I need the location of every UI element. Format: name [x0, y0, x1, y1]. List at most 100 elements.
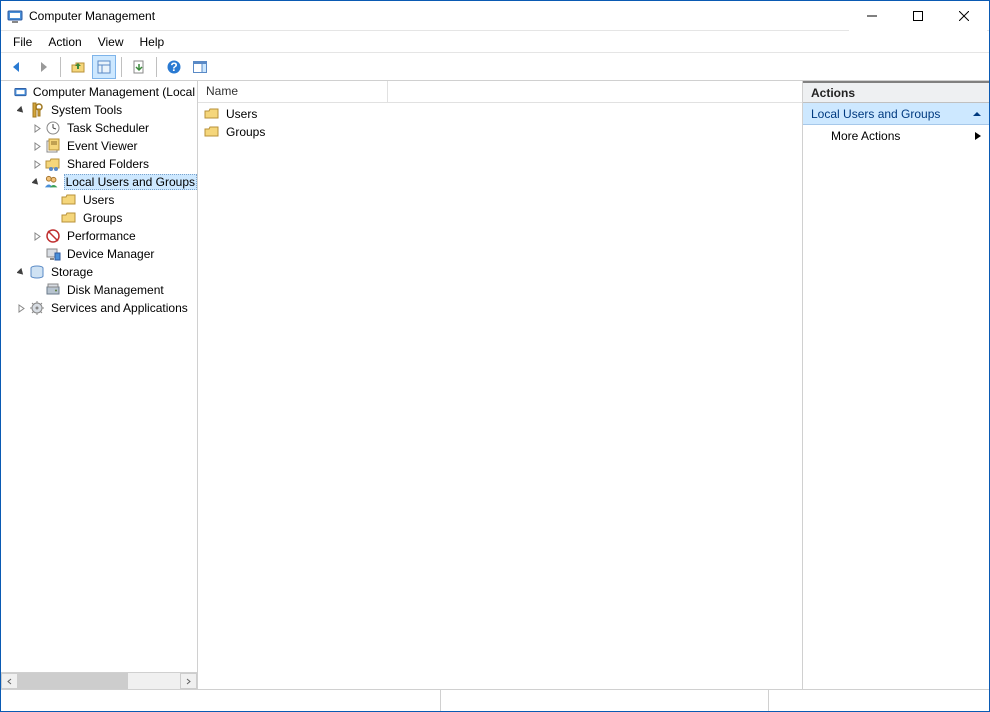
tree-storage[interactable]: Storage [1, 263, 197, 281]
nav-back-button[interactable] [5, 55, 29, 79]
expander-open-icon[interactable] [29, 174, 44, 190]
app-icon [7, 8, 23, 24]
column-name[interactable]: Name [198, 81, 388, 102]
toolbar: ? [1, 53, 989, 81]
up-level-button[interactable] [66, 55, 90, 79]
svg-text:?: ? [170, 60, 177, 74]
system-tools-icon [29, 102, 45, 118]
folder-icon [61, 210, 77, 226]
title-bar: Computer Management [1, 1, 989, 31]
computer-mgmt-icon [14, 84, 27, 100]
tree-label: Computer Management (Local [31, 85, 197, 99]
tree-label: Device Manager [65, 247, 156, 261]
folder-icon [61, 192, 77, 208]
toolbar-separator [121, 57, 122, 77]
status-cell-1 [1, 690, 441, 711]
tree-performance[interactable]: Performance [1, 227, 197, 245]
menu-help[interactable]: Help [132, 33, 173, 51]
tree-task-scheduler[interactable]: Task Scheduler [1, 119, 197, 137]
expander-closed-icon[interactable] [29, 156, 45, 172]
tree-label: Storage [49, 265, 95, 279]
expander-closed-icon[interactable] [29, 228, 45, 244]
toolbar-separator [156, 57, 157, 77]
list-header[interactable]: Name [198, 81, 802, 103]
status-bar [1, 689, 989, 711]
tree-label: Users [81, 193, 116, 207]
computer-management-window: Computer Management File Action View Hel… [0, 0, 990, 712]
actions-section-header[interactable]: Local Users and Groups [803, 103, 989, 125]
nav-forward-button[interactable] [31, 55, 55, 79]
tree-shared-folders[interactable]: Shared Folders [1, 155, 197, 173]
menu-bar: File Action View Help [1, 31, 989, 53]
device-manager-icon [45, 246, 61, 262]
scroll-left-button[interactable] [1, 673, 18, 689]
tree-users[interactable]: Users [1, 191, 197, 209]
disk-icon [45, 282, 61, 298]
blank-expander [1, 84, 14, 100]
list-body[interactable]: Users Groups [198, 103, 802, 689]
expander-open-icon[interactable] [13, 264, 29, 280]
list-item-label: Users [226, 107, 257, 121]
collapse-icon [973, 110, 981, 118]
tree-label: Disk Management [65, 283, 166, 297]
tree-event-viewer[interactable]: Event Viewer [1, 137, 197, 155]
tree-services-apps[interactable]: Services and Applications [1, 299, 197, 317]
expander-closed-icon[interactable] [29, 120, 45, 136]
menu-file[interactable]: File [5, 33, 40, 51]
tree-disk-management[interactable]: Disk Management [1, 281, 197, 299]
submenu-arrow-icon [975, 132, 981, 140]
tree-horizontal-scrollbar[interactable] [1, 672, 197, 689]
tree-label: Performance [65, 229, 138, 243]
tree-label: Services and Applications [49, 301, 190, 315]
users-groups-icon [44, 174, 59, 190]
column-blank[interactable] [388, 81, 802, 102]
minimize-button[interactable] [849, 1, 895, 31]
actions-pane: Actions Local Users and Groups More Acti… [803, 81, 989, 689]
expander-closed-icon[interactable] [13, 300, 29, 316]
status-cell-3 [769, 690, 989, 711]
close-button[interactable] [941, 1, 987, 31]
actions-header: Actions [803, 81, 989, 103]
tree-label: Local Users and Groups [64, 174, 197, 190]
list-item-label: Groups [226, 125, 265, 139]
list-item-users[interactable]: Users [202, 105, 798, 123]
expander-closed-icon[interactable] [29, 138, 45, 154]
export-list-button[interactable] [127, 55, 151, 79]
list-pane: Name Users Groups [198, 81, 803, 689]
performance-icon [45, 228, 61, 244]
menu-action[interactable]: Action [40, 33, 89, 51]
actions-section-label: Local Users and Groups [811, 107, 940, 121]
actions-item-label: More Actions [831, 129, 900, 143]
tree-root[interactable]: Computer Management (Local [1, 83, 197, 101]
scroll-track[interactable] [18, 673, 180, 689]
properties-button[interactable] [92, 55, 116, 79]
scroll-right-button[interactable] [180, 673, 197, 689]
tree-label: Groups [81, 211, 124, 225]
shared-folder-icon [45, 156, 61, 172]
maximize-button[interactable] [895, 1, 941, 31]
status-cell-2 [441, 690, 769, 711]
tree-local-users-groups[interactable]: Local Users and Groups [1, 173, 197, 191]
show-hide-action-pane-button[interactable] [188, 55, 212, 79]
storage-icon [29, 264, 45, 280]
folder-icon [204, 106, 220, 122]
event-viewer-icon [45, 138, 61, 154]
window-title: Computer Management [29, 9, 155, 23]
tree-system-tools[interactable]: System Tools [1, 101, 197, 119]
list-item-groups[interactable]: Groups [202, 123, 798, 141]
expander-open-icon[interactable] [13, 102, 29, 118]
services-icon [29, 300, 45, 316]
tree-device-manager[interactable]: Device Manager [1, 245, 197, 263]
folder-icon [204, 124, 220, 140]
scroll-thumb[interactable] [18, 673, 128, 689]
tree-pane: Computer Management (Local System Tools … [1, 81, 198, 689]
menu-view[interactable]: View [90, 33, 132, 51]
tree-label: Task Scheduler [65, 121, 151, 135]
help-button[interactable]: ? [162, 55, 186, 79]
console-tree[interactable]: Computer Management (Local System Tools … [1, 81, 197, 672]
toolbar-separator [60, 57, 61, 77]
clock-icon [45, 120, 61, 136]
actions-more-actions[interactable]: More Actions [803, 125, 989, 147]
tree-label: Event Viewer [65, 139, 139, 153]
tree-groups[interactable]: Groups [1, 209, 197, 227]
